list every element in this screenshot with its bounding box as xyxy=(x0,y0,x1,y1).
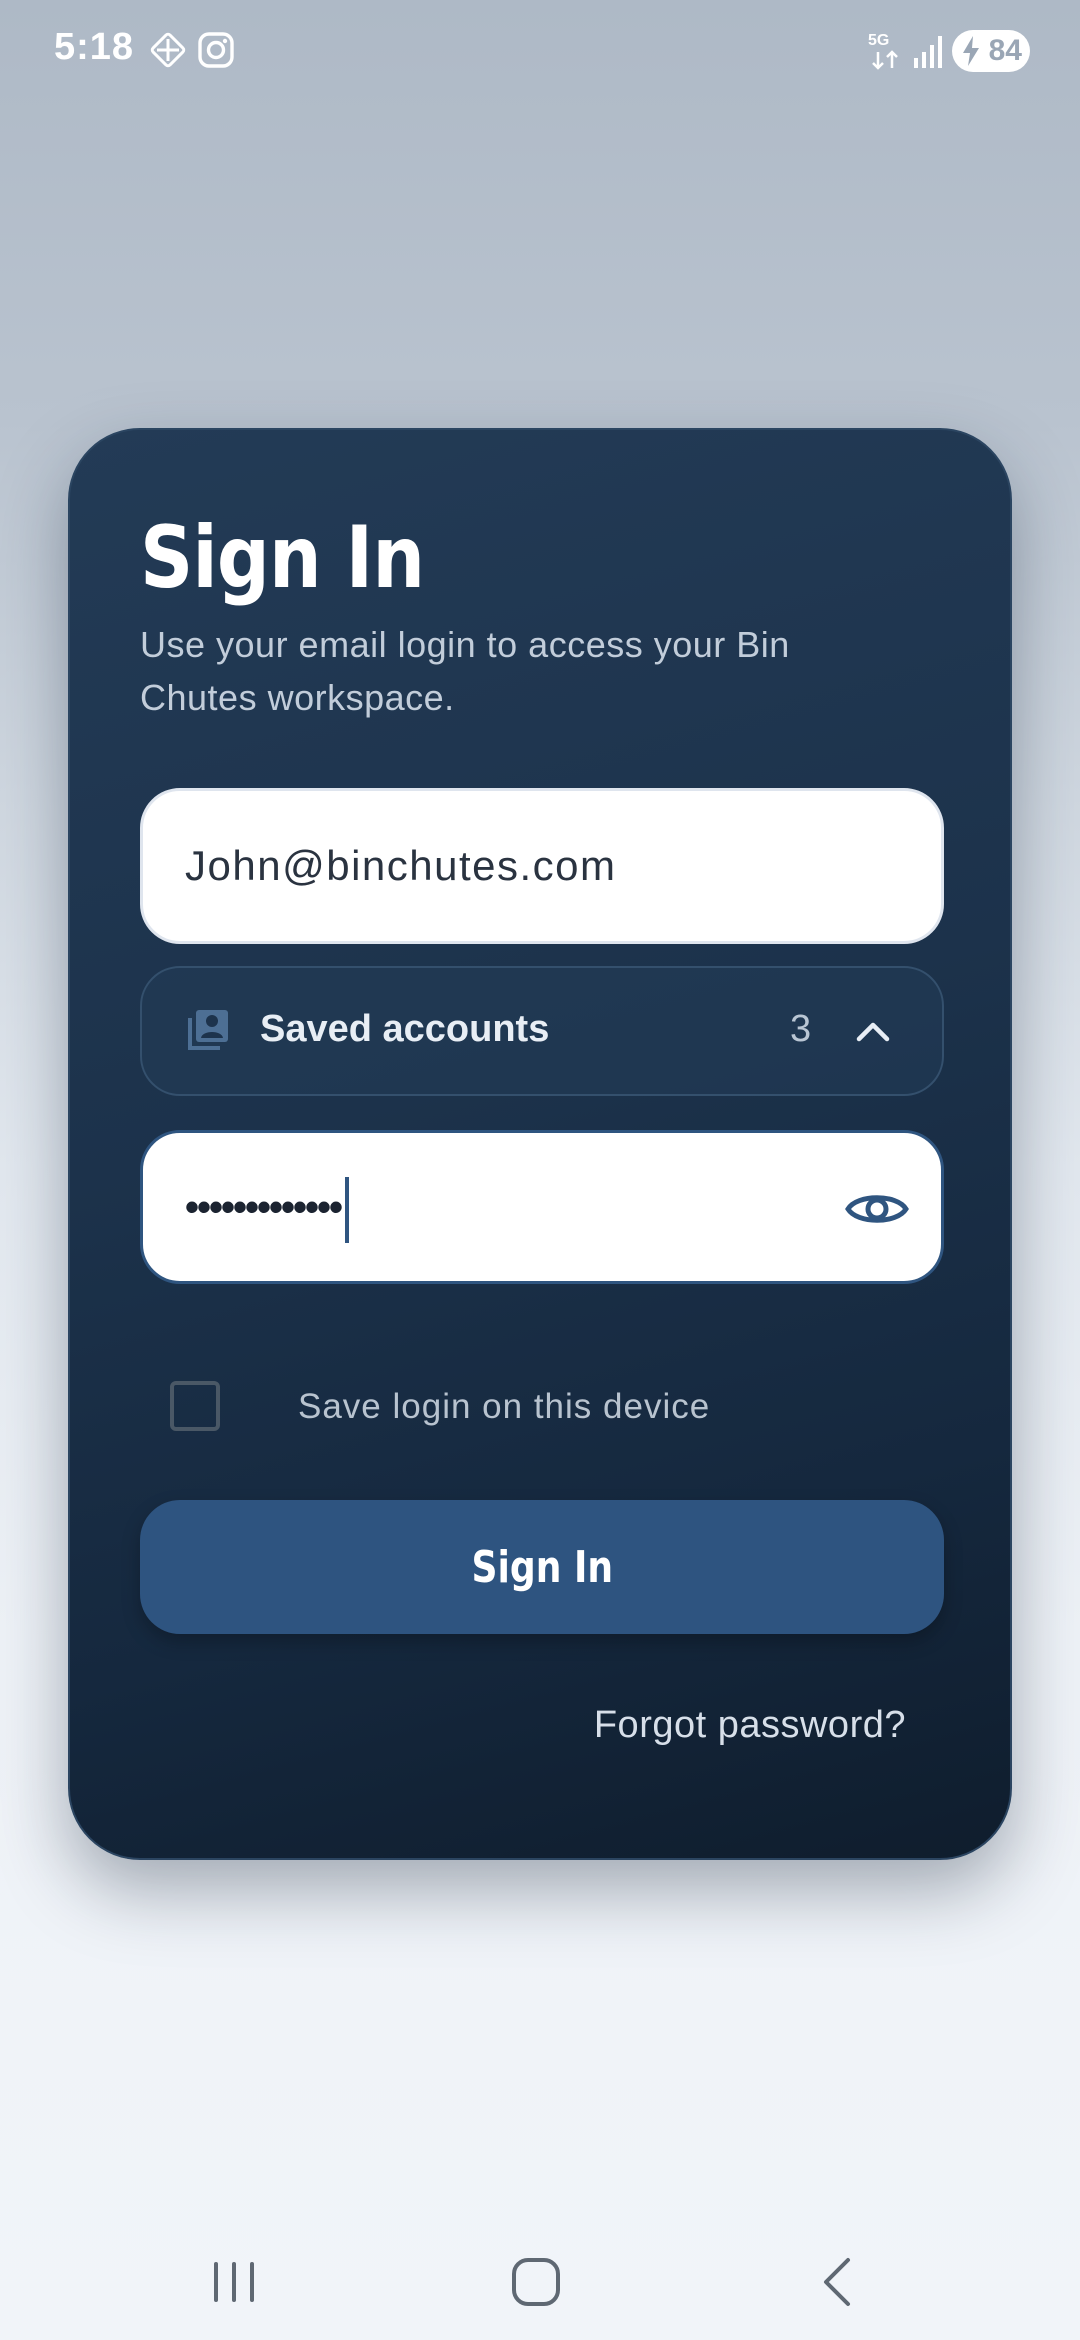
password-masked-text: ••••••••••••• xyxy=(185,1185,343,1230)
eye-icon[interactable] xyxy=(845,1177,909,1241)
battery-indicator: 84 xyxy=(952,30,1030,72)
email-field[interactable] xyxy=(140,788,944,944)
instagram-icon xyxy=(198,32,234,68)
network-5g-icon: 5G xyxy=(868,32,898,70)
forgot-password-link[interactable]: Forgot password? xyxy=(594,1704,906,1747)
back-icon[interactable] xyxy=(808,2252,868,2312)
signal-icon xyxy=(914,36,942,68)
battery-level: 84 xyxy=(988,34,1022,67)
remember-checkbox[interactable] xyxy=(170,1381,220,1431)
page-subtitle: Use your email login to access your Bin … xyxy=(140,624,790,718)
password-field[interactable]: ••••••••••••• xyxy=(140,1130,944,1284)
account-box-icon xyxy=(188,1010,228,1050)
sign-in-button[interactable]: Sign In xyxy=(140,1500,944,1634)
status-bar: 5:18 5G 84 xyxy=(0,0,1080,104)
login-card: Sign In Use your email login to access y… xyxy=(68,428,1012,1860)
network-label: 5G xyxy=(868,32,889,49)
home-icon[interactable] xyxy=(506,2252,566,2312)
page-title: Sign In xyxy=(140,508,425,608)
chevron-up-icon[interactable] xyxy=(854,1012,892,1050)
saved-accounts-count: 3 xyxy=(790,1008,812,1050)
password-value[interactable]: ••••••••••••• xyxy=(185,1177,350,1243)
remember-label[interactable]: Save login on this device xyxy=(298,1387,710,1427)
saved-accounts-toggle[interactable]: Saved accounts 3 xyxy=(140,966,944,1096)
app-notification-icon xyxy=(150,32,186,68)
text-caret xyxy=(345,1177,350,1243)
recent-apps-icon[interactable] xyxy=(204,2252,264,2312)
saved-accounts-label: Saved accounts xyxy=(260,1008,550,1050)
sign-in-button-label: Sign In xyxy=(471,1541,613,1593)
status-time: 5:18 xyxy=(54,26,135,68)
charging-icon xyxy=(963,36,979,66)
system-nav-bar xyxy=(0,2220,1080,2340)
